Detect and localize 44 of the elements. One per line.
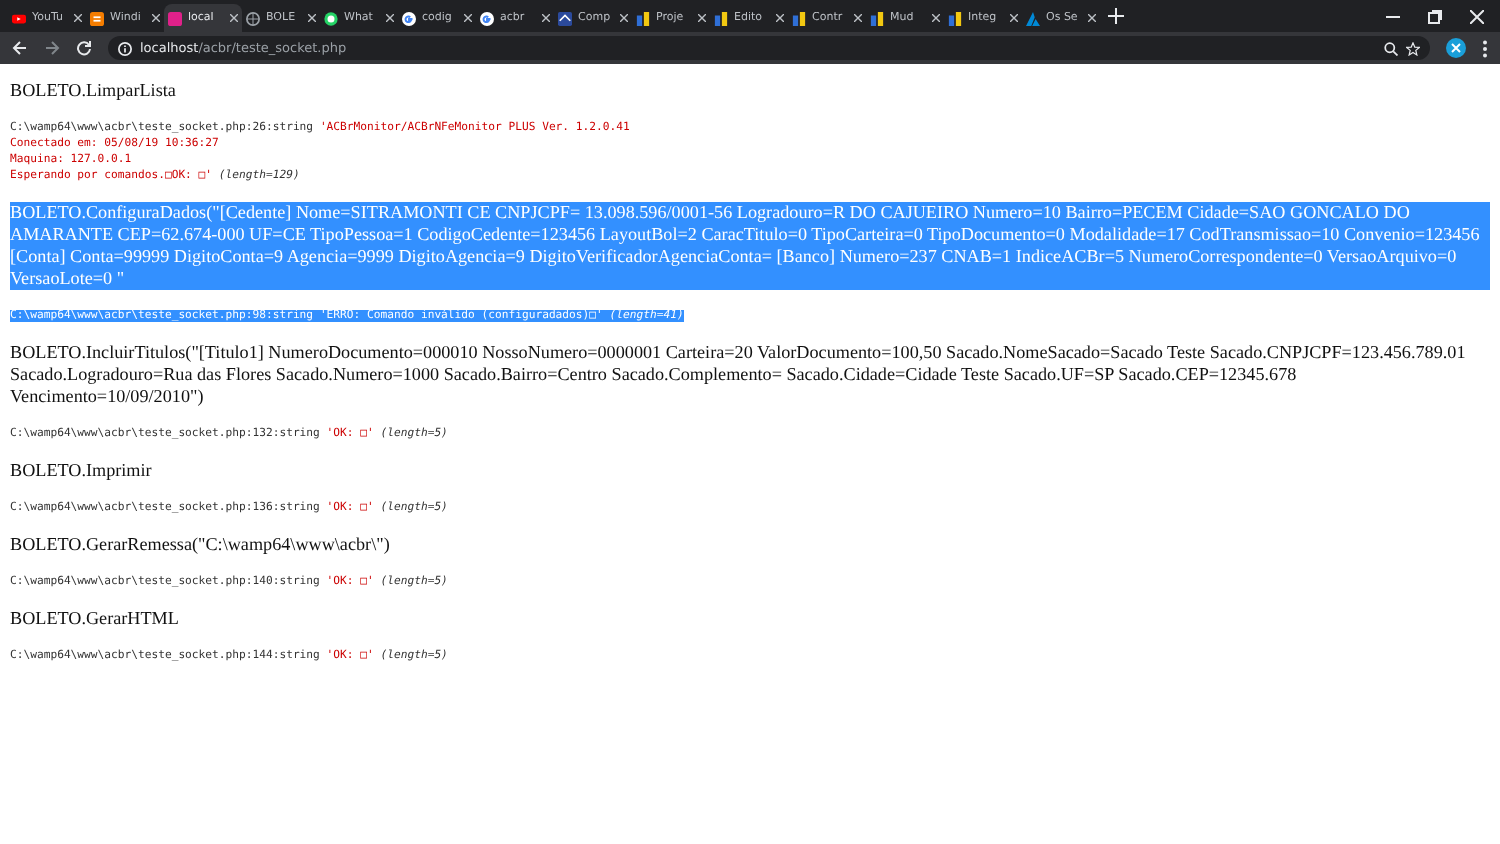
close-icon[interactable] [776, 14, 784, 22]
chat-icon [324, 11, 338, 25]
command-text: BOLETO.IncluirTitulos("[Titulo1] NumeroDocumento=000010 NossoNumero=0000001 Carteira=20 ValorDocumento=100,50 Sacado.NomeSacado=Sacado Teste Sacado.CNPJCPF=123.456.789.01 Sacado.Logradouro=Rua das Flores Sacado.Numero=1000 Sacado.Bairro=Centro Sacado.Complemento= Sacado.Cidade=Cidade Teste Sacado.UF=SP Sacado.CEP=12345.678 Vencimento=10/09/2010") [10, 342, 1468, 408]
zoom-icon[interactable] [1384, 41, 1398, 55]
plus-icon[interactable] [1108, 8, 1124, 24]
info-icon [118, 41, 132, 55]
close-icon[interactable] [932, 14, 940, 22]
menu-icon[interactable] [1482, 39, 1488, 57]
close-icon[interactable] [1010, 14, 1018, 22]
close-icon[interactable] [854, 14, 862, 22]
logo-icon [558, 11, 572, 25]
chart-icon [636, 11, 650, 25]
command-text: BOLETO.GerarHTML [10, 608, 181, 630]
letter-g-icon [402, 11, 416, 25]
close-icon[interactable] [74, 14, 82, 22]
restore-icon[interactable] [1428, 9, 1442, 23]
close-icon[interactable] [308, 14, 316, 22]
play-icon [12, 11, 26, 25]
reload-icon[interactable] [76, 40, 92, 56]
command-text: BOLETO.GerarRemessa("C:\wamp64\www\acbr\") [10, 534, 392, 556]
triangle-logo-icon [1026, 11, 1040, 25]
close-icon[interactable] [386, 14, 394, 22]
letter-g-icon [480, 11, 494, 25]
chart-icon [792, 11, 806, 25]
close-icon[interactable] [464, 14, 472, 22]
globe-icon [246, 11, 260, 25]
close-icon[interactable] [698, 14, 706, 22]
chart-icon [870, 11, 884, 25]
extension-icon[interactable] [1446, 38, 1466, 58]
page-icon [168, 11, 182, 25]
close-icon[interactable] [152, 14, 160, 22]
star-icon[interactable] [1406, 41, 1420, 55]
close-icon[interactable] [230, 14, 238, 22]
close-icon[interactable] [1088, 14, 1096, 22]
back-arrow-icon[interactable] [12, 40, 28, 56]
close-icon[interactable] [542, 14, 550, 22]
document-icon [90, 11, 104, 25]
close-icon[interactable] [620, 14, 628, 22]
command-text: BOLETO.Imprimir [10, 460, 154, 482]
command-text: BOLETO.LimparLista [10, 80, 178, 102]
chart-icon [714, 11, 728, 25]
forward-arrow-icon[interactable] [44, 40, 60, 56]
command-text: BOLETO.ConfiguraDados("[Cedente] Nome=SITRAMONTI CE CNPJCPF= 13.098.596/0001-56 Logradouro=R DO CAJUEIRO Numero=10 Bairro=PECEM Cidade=SAO GONCALO DO AMARANTE CEP=62.674-000 UF=CE TipoPessoa=1 CodigoCedente=123456 LayoutBol=2 CaracTitulo=0 TipoCarteira=0 TipoDocumento=0 Modalidade=17 CodTransmissao=10 Convenio=123456 [Conta] Conta=99999 DigitoConta=9 Agencia=9999 DigitoAgencia=9 DigitoVerificadorAgenciaConta= [Banco] Numero=237 CNAB=1 IndiceACBr=5 NumeroCorrespondente=0 VersaoArquivo=0 VersaoLote=0 " [10, 202, 1490, 290]
chart-icon [948, 11, 962, 25]
